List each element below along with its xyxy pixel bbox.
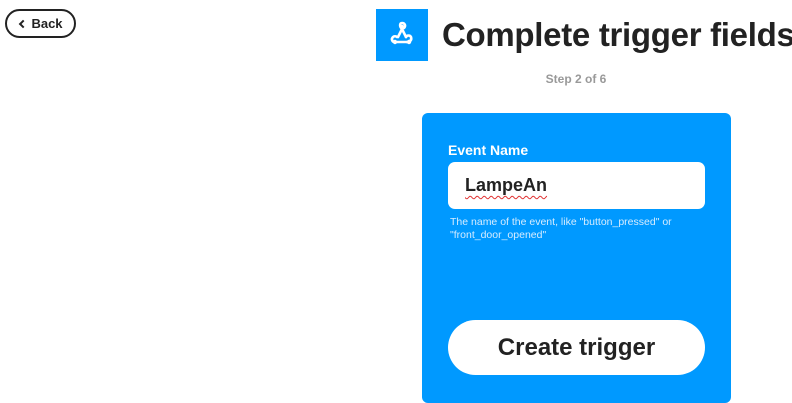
event-name-input[interactable]: LampeAn: [448, 162, 705, 209]
event-name-label: Event Name: [448, 142, 529, 158]
back-button-label: Back: [31, 16, 63, 31]
step-indicator: Step 2 of 6: [545, 72, 607, 86]
trigger-fields-card: Event Name LampeAn The name of the event…: [422, 113, 731, 403]
page-title: Complete trigger fields: [442, 16, 792, 53]
event-name-value: LampeAn: [465, 175, 548, 195]
page-header: Complete trigger fields: [376, 9, 792, 61]
chevron-left-icon: [19, 19, 28, 28]
back-button[interactable]: Back: [5, 9, 76, 38]
event-name-help-text: The name of the event, like "button_pres…: [450, 216, 672, 241]
webhook-icon: [376, 9, 428, 61]
create-trigger-button[interactable]: Create trigger: [448, 320, 705, 375]
